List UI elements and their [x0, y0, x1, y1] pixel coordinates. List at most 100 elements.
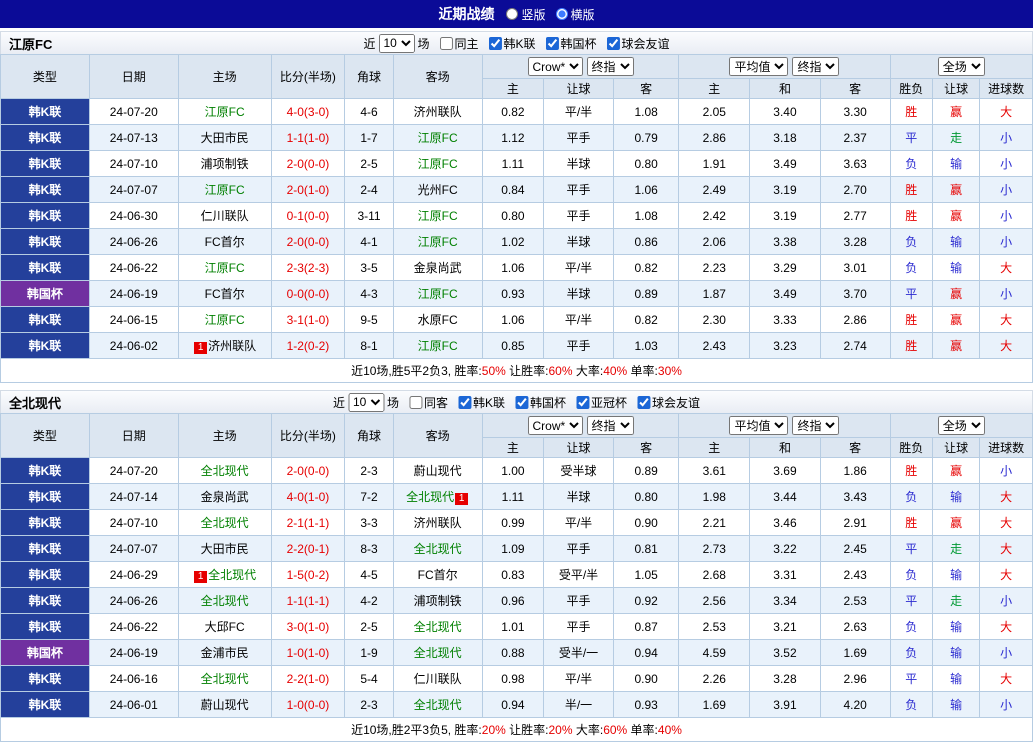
result-wdl: 胜	[890, 458, 932, 484]
euro-draw-odds: 3.33	[750, 307, 821, 333]
away-team-name[interactable]: 江原FC	[418, 287, 458, 301]
match-date: 24-07-07	[89, 536, 178, 562]
competition-checkbox[interactable]: 亚冠杯	[576, 394, 627, 411]
away-team-name[interactable]: 光州FC	[418, 183, 458, 197]
competition-checkbox[interactable]: 球会友谊	[607, 35, 670, 52]
recent-count-select[interactable]: 10	[348, 393, 384, 412]
same-venue-input[interactable]	[439, 37, 452, 50]
col-header: 客	[820, 438, 890, 458]
home-team-name[interactable]: 仁川联队	[201, 209, 249, 223]
euro-home-odds: 1.87	[679, 281, 750, 307]
euro-home-odds: 2.21	[679, 510, 750, 536]
recent-count-select[interactable]: 10	[378, 34, 414, 53]
home-team-name[interactable]: 大田市民	[201, 131, 249, 145]
home-team-name[interactable]: 浦项制铁	[201, 157, 249, 171]
home-team-name[interactable]: 全北现代	[201, 464, 249, 478]
away-team-name[interactable]: 江原FC	[418, 235, 458, 249]
bookmaker-select[interactable]: Crow*	[528, 57, 583, 76]
away-team-name[interactable]: 全北现代	[414, 646, 462, 660]
bookmaker-select[interactable]: Crow*	[528, 416, 583, 435]
competition-label: 韩国杯	[561, 35, 597, 52]
home-team-name[interactable]: FC首尔	[205, 287, 245, 301]
euro-away-odds: 1.86	[820, 458, 890, 484]
away-team: 江原FC	[393, 229, 482, 255]
away-team-name[interactable]: 济州联队	[414, 105, 462, 119]
handicap-home-odds: 1.06	[482, 307, 544, 333]
result-goals: 大	[980, 255, 1033, 281]
away-team-name[interactable]: 江原FC	[418, 157, 458, 171]
away-team-name[interactable]: 仁川联队	[414, 672, 462, 686]
home-team-name[interactable]: 江原FC	[205, 313, 245, 327]
average-select[interactable]: 平均值	[729, 416, 788, 435]
layout-option-1[interactable]: 横版	[556, 6, 595, 23]
competition-checkbox[interactable]: 韩国杯	[546, 35, 597, 52]
fulltime-scope-select[interactable]: 全场	[938, 57, 985, 76]
competition-type: 韩K联	[1, 458, 90, 484]
home-team-name[interactable]: FC首尔	[205, 235, 245, 249]
away-team-name[interactable]: 水原FC	[418, 313, 458, 327]
away-team-name[interactable]: 江原FC	[418, 209, 458, 223]
euro-away-odds: 3.70	[820, 281, 890, 307]
layout-option-0[interactable]: 竖版	[506, 6, 545, 23]
competition-input[interactable]	[546, 37, 559, 50]
home-team-name[interactable]: 大田市民	[201, 542, 249, 556]
away-team-name[interactable]: 全北现代	[414, 698, 462, 712]
fulltime-scope-select[interactable]: 全场	[938, 416, 985, 435]
home-team-name[interactable]: 大邱FC	[205, 620, 245, 634]
competition-checkbox[interactable]: 韩K联	[489, 35, 536, 52]
result-handicap: 走	[932, 536, 979, 562]
competition-input[interactable]	[489, 37, 502, 50]
home-team-name[interactable]: 全北现代	[201, 516, 249, 530]
home-team-name[interactable]: 全北现代	[208, 568, 256, 582]
result-goals: 小	[980, 203, 1033, 229]
home-team-name[interactable]: 济州联队	[208, 339, 256, 353]
result-handicap: 输	[932, 255, 979, 281]
col-header: 让球	[544, 438, 614, 458]
home-team-name[interactable]: 全北现代	[201, 594, 249, 608]
europe-stage-select[interactable]: 终指	[792, 57, 839, 76]
result-goals: 大	[980, 614, 1033, 640]
away-team: FC首尔	[393, 562, 482, 588]
away-team-name[interactable]: FC首尔	[418, 568, 458, 582]
europe-stage-select[interactable]: 终指	[792, 416, 839, 435]
competition-checkbox[interactable]: 韩K联	[458, 394, 505, 411]
away-team-name[interactable]: 全北现代	[414, 542, 462, 556]
away-team-name[interactable]: 江原FC	[418, 131, 458, 145]
average-select[interactable]: 平均值	[729, 57, 788, 76]
competition-input[interactable]	[637, 396, 650, 409]
home-team-name[interactable]: 江原FC	[205, 105, 245, 119]
home-team-name[interactable]: 全北现代	[201, 672, 249, 686]
competition-input[interactable]	[576, 396, 589, 409]
col-header: 角球	[345, 414, 393, 458]
same-venue-input[interactable]	[409, 396, 422, 409]
euro-home-odds: 3.61	[679, 458, 750, 484]
home-team-name[interactable]: 金泉尚武	[201, 490, 249, 504]
same-venue-checkbox[interactable]: 同主	[439, 35, 478, 52]
layout-radio[interactable]	[556, 8, 568, 20]
away-team: 江原FC	[393, 333, 482, 359]
euro-draw-odds: 3.49	[750, 281, 821, 307]
away-team-name[interactable]: 江原FC	[418, 339, 458, 353]
handicap-home-odds: 0.82	[482, 99, 544, 125]
competition-checkbox[interactable]: 韩国杯	[515, 394, 566, 411]
away-team-name[interactable]: 金泉尚武	[414, 261, 462, 275]
competition-input[interactable]	[607, 37, 620, 50]
score: 2-0(0-0)	[271, 229, 345, 255]
same-venue-checkbox[interactable]: 同客	[409, 394, 448, 411]
away-team-name[interactable]: 全北现代	[414, 620, 462, 634]
away-team-name[interactable]: 济州联队	[414, 516, 462, 530]
home-team-name[interactable]: 蔚山现代	[201, 698, 249, 712]
away-team-name[interactable]: 蔚山现代	[414, 464, 462, 478]
corner-count: 2-5	[345, 614, 393, 640]
competition-checkbox[interactable]: 球会友谊	[637, 394, 700, 411]
home-team-name[interactable]: 金浦市民	[201, 646, 249, 660]
handicap-stage-select[interactable]: 终指	[587, 57, 634, 76]
competition-input[interactable]	[458, 396, 471, 409]
away-team-name[interactable]: 全北现代	[406, 490, 454, 504]
handicap-stage-select[interactable]: 终指	[587, 416, 634, 435]
away-team-name[interactable]: 浦项制铁	[414, 594, 462, 608]
home-team-name[interactable]: 江原FC	[205, 261, 245, 275]
layout-radio[interactable]	[506, 8, 518, 20]
competition-input[interactable]	[515, 396, 528, 409]
home-team-name[interactable]: 江原FC	[205, 183, 245, 197]
